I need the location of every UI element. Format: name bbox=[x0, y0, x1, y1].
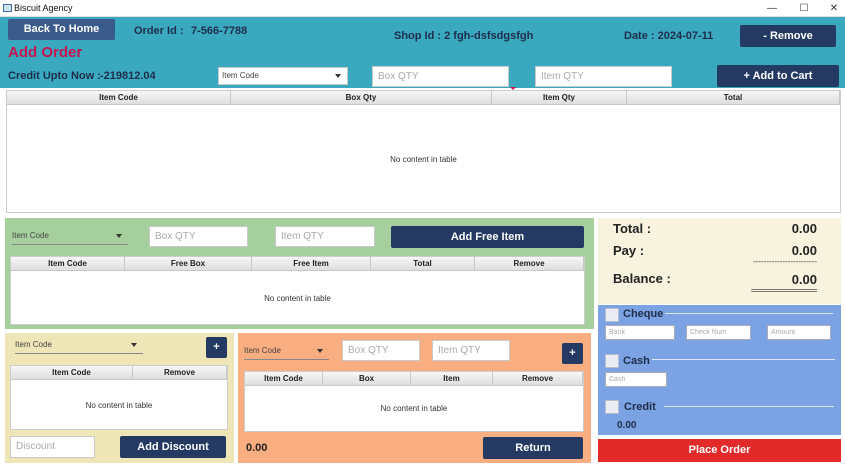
pay-divider: ------------------------ bbox=[753, 257, 817, 266]
cart-empty-text: No content in table bbox=[390, 155, 457, 164]
return-col-item-code[interactable]: Item Code bbox=[245, 372, 323, 385]
chevron-down-icon bbox=[131, 343, 137, 347]
free-col-free-item[interactable]: Free Item bbox=[252, 257, 371, 270]
discount-table-header: Item Code Remove bbox=[11, 366, 227, 380]
cart-item-code-select[interactable]: Item Code bbox=[218, 67, 348, 85]
discount-col-item-code[interactable]: Item Code bbox=[11, 366, 133, 379]
return-item-code-select[interactable]: Item Code bbox=[244, 344, 329, 360]
credit-pay-label: Credit bbox=[624, 401, 656, 413]
pay-value: 0.00 bbox=[791, 243, 817, 258]
return-col-item[interactable]: Item bbox=[411, 372, 493, 385]
cheque-checkbox[interactable] bbox=[605, 308, 619, 322]
free-col-total[interactable]: Total bbox=[371, 257, 475, 270]
discount-plus-button[interactable]: + bbox=[206, 337, 227, 358]
free-col-remove[interactable]: Remove bbox=[475, 257, 584, 270]
return-table-header: Item Code Box Item Remove bbox=[245, 372, 583, 386]
cart-item-code-text: Item Code bbox=[222, 71, 259, 80]
order-id-value: 7-566-7788 bbox=[191, 25, 248, 37]
cart-box-qty-input[interactable]: Box QTY bbox=[372, 66, 509, 87]
credit-checkbox[interactable] bbox=[605, 400, 619, 414]
cheque-divider bbox=[665, 313, 833, 314]
chevron-down-icon bbox=[317, 349, 323, 353]
free-item-code-text: Item Code bbox=[12, 231, 49, 240]
window-title: Biscuit Agency bbox=[14, 3, 73, 13]
cart-col-item-code[interactable]: Item Code bbox=[7, 91, 231, 104]
return-col-box[interactable]: Box bbox=[323, 372, 411, 385]
cash-label: Cash bbox=[623, 355, 650, 367]
pay-label: Pay : bbox=[613, 243, 645, 258]
free-box-qty-input[interactable]: Box QTY bbox=[149, 226, 248, 247]
return-total: 0.00 bbox=[246, 442, 268, 454]
add-to-cart-button[interactable]: + Add to Cart bbox=[717, 65, 839, 87]
place-order-button[interactable]: Place Order bbox=[598, 439, 841, 462]
balance-label: Balance : bbox=[613, 271, 671, 286]
free-item-table[interactable]: Item Code Free Box Free Item Total Remov… bbox=[10, 256, 585, 325]
page-title: Add Order bbox=[8, 44, 83, 61]
return-item-code-text: Item Code bbox=[244, 346, 281, 355]
credit-value: -219812.04 bbox=[100, 70, 156, 82]
balance-value: 0.00 bbox=[791, 272, 817, 287]
cart-item-qty-input[interactable]: Item QTY bbox=[535, 66, 672, 87]
order-date: Date : 2024-07-11 bbox=[624, 30, 714, 42]
discount-col-remove[interactable]: Remove bbox=[133, 366, 227, 379]
discount-empty-text: No content in table bbox=[85, 401, 153, 410]
cart-col-total[interactable]: Total bbox=[627, 91, 840, 104]
cash-checkbox[interactable] bbox=[605, 354, 619, 368]
cheque-label: Cheque bbox=[623, 308, 664, 320]
chevron-down-icon bbox=[335, 74, 341, 78]
return-col-remove[interactable]: Remove bbox=[493, 372, 583, 385]
credit-pay-value: 0.00 bbox=[617, 420, 637, 431]
close-button[interactable]: ✕ bbox=[820, 1, 845, 16]
return-item-qty-input[interactable]: Item QTY bbox=[432, 340, 510, 361]
return-empty-text: No content in table bbox=[380, 404, 448, 413]
free-item-qty-input[interactable]: Item QTY bbox=[275, 226, 375, 247]
cart-table[interactable]: Item Code Box Qty Item Qty Total No cont… bbox=[6, 90, 841, 213]
shop-id: Shop Id : 2 fgh-dsfsdgsfgh bbox=[394, 30, 534, 42]
return-table[interactable]: Item Code Box Item Remove No content in … bbox=[244, 371, 584, 432]
free-empty-text: No content in table bbox=[264, 294, 331, 303]
discount-table[interactable]: Item Code Remove No content in table bbox=[10, 365, 228, 430]
back-to-home-button[interactable]: Back To Home bbox=[8, 19, 115, 40]
cash-input[interactable]: Cash bbox=[605, 372, 667, 387]
cart-col-box-qty[interactable]: Box Qty bbox=[231, 91, 492, 104]
total-label: Total : bbox=[613, 221, 652, 236]
return-button[interactable]: Return bbox=[483, 437, 583, 459]
bank-input[interactable]: Bank bbox=[605, 325, 675, 340]
maximize-button[interactable]: ☐ bbox=[790, 1, 818, 16]
discount-item-code-text: Item Code bbox=[15, 340, 52, 349]
app-icon bbox=[3, 4, 12, 12]
cash-divider bbox=[652, 359, 835, 360]
discount-input[interactable]: Discount bbox=[10, 436, 95, 458]
amount-input[interactable]: Amount bbox=[767, 325, 831, 340]
return-box-qty-input[interactable]: Box QTY bbox=[342, 340, 420, 361]
free-col-item-code[interactable]: Item Code bbox=[11, 257, 125, 270]
order-id-label: Order Id : bbox=[134, 25, 184, 37]
cart-table-header: Item Code Box Qty Item Qty Total bbox=[7, 91, 840, 105]
free-table-header: Item Code Free Box Free Item Total Remov… bbox=[11, 257, 584, 271]
add-free-item-button[interactable]: Add Free Item bbox=[391, 226, 584, 248]
free-col-free-box[interactable]: Free Box bbox=[125, 257, 252, 270]
add-discount-button[interactable]: Add Discount bbox=[120, 436, 226, 458]
credit-label: Credit Upto Now : bbox=[8, 70, 101, 82]
free-item-code-select[interactable]: Item Code bbox=[12, 229, 128, 245]
chevron-down-icon bbox=[116, 234, 122, 238]
minimize-button[interactable]: — bbox=[758, 1, 786, 16]
credit-divider bbox=[664, 406, 834, 407]
cart-col-item-qty[interactable]: Item Qty bbox=[492, 91, 627, 104]
return-plus-button[interactable]: + bbox=[562, 343, 583, 364]
remove-button[interactable]: - Remove bbox=[740, 25, 836, 47]
total-value: 0.00 bbox=[791, 221, 817, 236]
discount-item-code-select[interactable]: Item Code bbox=[15, 338, 143, 354]
window-title-bar: Biscuit Agency — ☐ ✕ bbox=[0, 0, 845, 17]
balance-divider: ================== bbox=[750, 286, 817, 295]
check-num-input[interactable]: Check Num bbox=[686, 325, 751, 340]
